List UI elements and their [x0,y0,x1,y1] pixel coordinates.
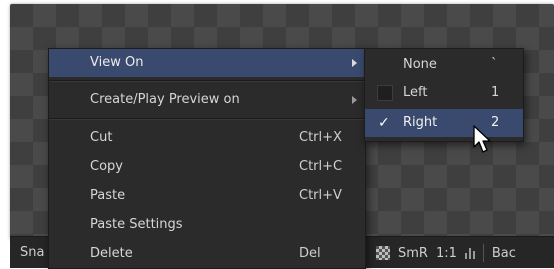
submenu-item-key: ` [491,57,498,72]
submenu-item-label: None [403,57,437,72]
submenu-item-label: Right [403,115,438,130]
toolbar-divider [482,244,484,262]
menu-item-delete[interactable]: Delete Del [49,240,365,268]
menu-separator [49,118,365,120]
mouse-pointer-icon [473,125,491,153]
zoom-ratio[interactable]: 1:1 [436,246,457,261]
menu-item-copy[interactable]: Copy Ctrl+C [49,153,365,181]
toolbar-left-label[interactable]: Sna [20,245,44,260]
menu-separator [49,80,365,82]
menu-item-shortcut: Del [299,246,321,261]
context-menu: View On Create/Play Preview on Cut Ctrl+… [48,48,366,269]
menu-item-create-play-preview[interactable]: Create/Play Preview on [49,86,365,114]
menu-item-label: Paste Settings [90,217,183,232]
menu-item-label: View On [90,55,144,70]
submenu-item-none[interactable]: None ` [365,51,523,79]
checkerboard-icon[interactable] [376,246,390,260]
menu-item-label: Delete [90,246,133,261]
submenu-item-left[interactable]: Left 1 [365,79,523,107]
menu-item-label: Create/Play Preview on [90,92,240,107]
submenu-arrow-icon [352,59,357,67]
toolbar-right-group: SmR 1:1 Bac [376,241,516,265]
menu-item-paste[interactable]: Paste Ctrl+V [49,182,365,210]
menu-item-view-on[interactable]: View On [49,49,365,77]
submenu-item-label: Left [403,85,428,100]
checkmark-icon: ✓ [378,115,390,131]
menu-item-cut[interactable]: Cut Ctrl+X [49,124,365,152]
checkbox-icon [377,85,393,101]
submenu-item-key: 1 [491,85,500,100]
menu-item-shortcut: Ctrl+C [299,159,343,174]
menu-item-shortcut: Ctrl+V [299,188,342,203]
snap-label[interactable]: SmR [398,246,428,261]
submenu-item-right[interactable]: ✓ Right 2 [365,109,523,137]
menu-item-paste-settings[interactable]: Paste Settings [49,211,365,239]
menu-item-shortcut: Ctrl+X [299,130,342,145]
toolbar-right-label[interactable]: Bac [492,246,516,261]
audio-meter-icon[interactable] [464,247,475,259]
menu-item-label: Paste [90,188,126,203]
menu-item-label: Cut [90,130,113,145]
submenu-arrow-icon [352,96,357,104]
view-on-submenu: None ` Left 1 ✓ Right 2 [364,48,524,142]
menu-item-label: Copy [90,159,123,174]
